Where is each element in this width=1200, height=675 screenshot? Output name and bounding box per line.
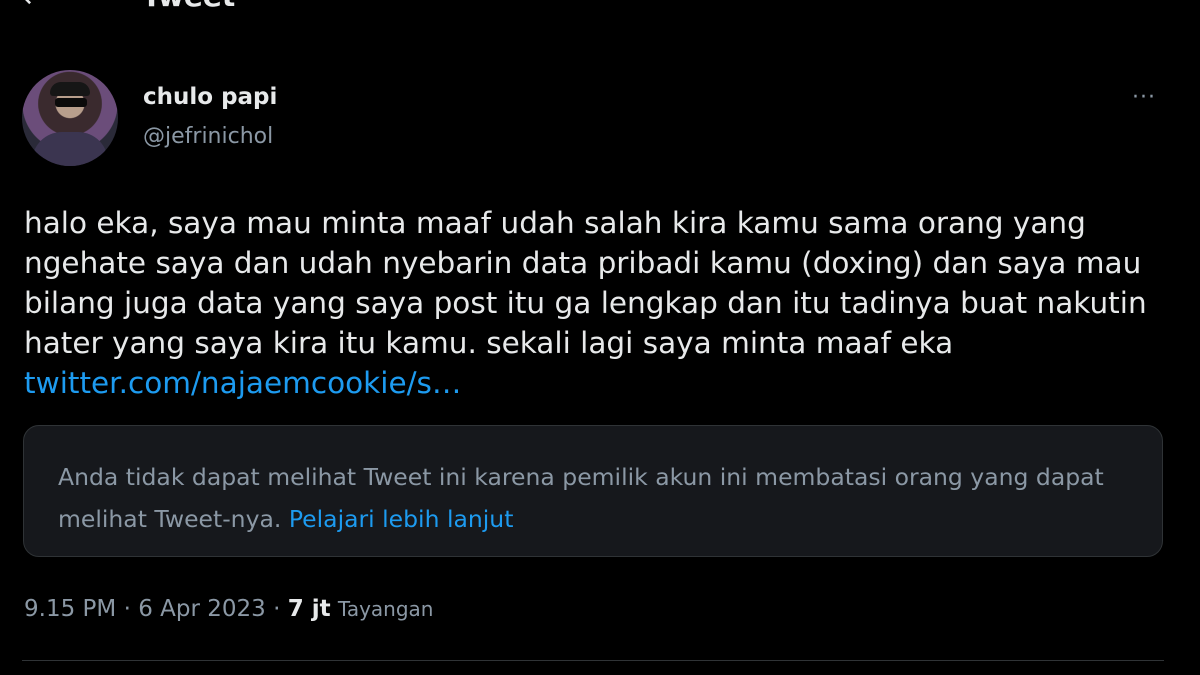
- tweet-time[interactable]: 9.15 PM: [24, 596, 116, 622]
- page-title: Tweet: [142, 0, 235, 13]
- restricted-quote-card: Anda tidak dapat melihat Tweet ini karen…: [23, 425, 1163, 557]
- views-count[interactable]: 7 jt: [288, 596, 331, 622]
- avatar-jacket: [32, 132, 108, 166]
- views-label: Tayangan: [337, 597, 434, 621]
- tweet-text: halo eka, saya mau minta maaf udah salah…: [24, 203, 1174, 403]
- tweet-text-line: bilang juga data yang saya post itu ga l…: [24, 286, 1147, 320]
- restricted-message-text: Anda tidak dapat melihat Tweet ini karen…: [58, 463, 1104, 533]
- avatar-hat: [50, 82, 90, 96]
- learn-more-link[interactable]: Pelajari lebih lanjut: [289, 505, 514, 533]
- restricted-message: Anda tidak dapat melihat Tweet ini karen…: [58, 456, 1138, 540]
- divider: [22, 660, 1164, 661]
- meta-separator: ·: [273, 596, 281, 622]
- tweet-meta: 9.15 PM · 6 Apr 2023 · 7 jt Tayangan: [24, 596, 433, 622]
- avatar[interactable]: [22, 70, 118, 166]
- arrow-left-icon[interactable]: ←: [22, 0, 62, 18]
- tweet-link[interactable]: twitter.com/najaemcookie/s…: [24, 366, 461, 400]
- meta-separator: ·: [123, 596, 131, 622]
- tweet-text-line: hater yang saya kira itu kamu. sekali la…: [24, 326, 954, 360]
- more-options-icon[interactable]: ···: [1122, 84, 1166, 112]
- tweet-text-line: halo eka, saya mau minta maaf udah salah…: [24, 206, 1086, 240]
- author-handle[interactable]: @jefrinichol: [143, 124, 273, 149]
- tweet-text-line: ngehate saya dan udah nyebarin data prib…: [24, 246, 1142, 280]
- tweet-date[interactable]: 6 Apr 2023: [138, 596, 266, 622]
- avatar-glasses: [55, 98, 87, 107]
- author-display-name[interactable]: chulo papi: [143, 84, 277, 110]
- top-bar: ← Tweet: [0, 0, 1200, 18]
